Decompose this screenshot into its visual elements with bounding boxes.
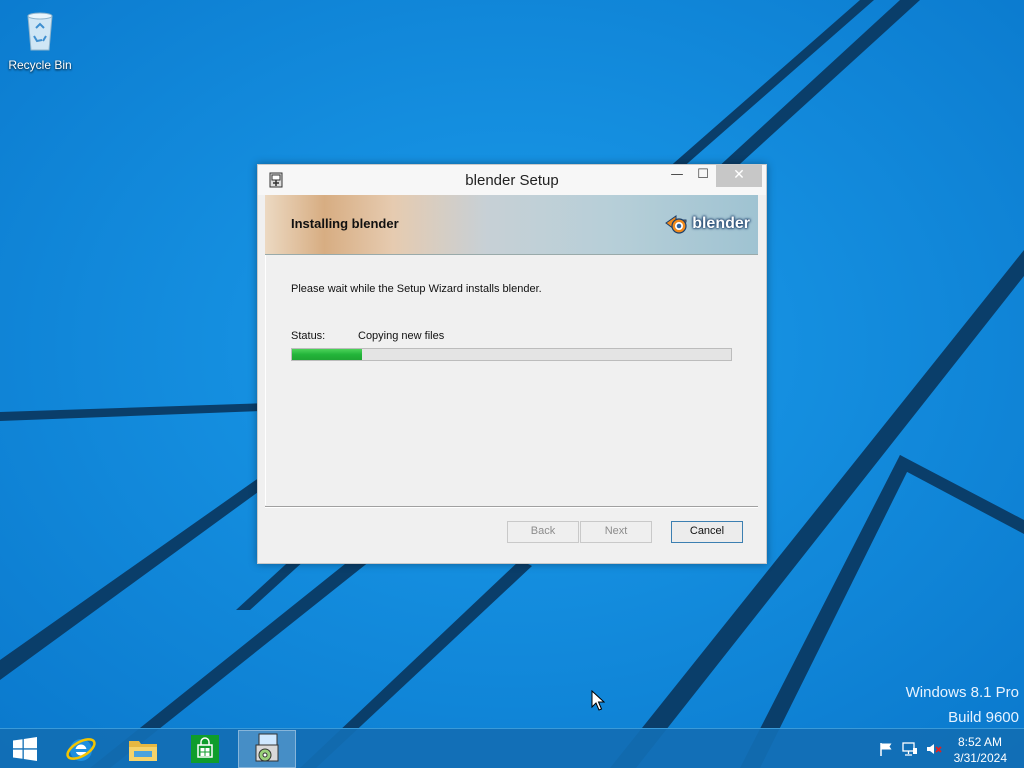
setup-window: blender Setup — ☐ ✕ Installing blender b… [257,164,767,564]
start-button[interactable] [0,730,50,768]
file-explorer-taskbar-button[interactable] [115,730,171,768]
volume-muted-icon[interactable] [926,741,942,757]
os-edition-watermark: Windows 8.1 Pro [905,684,1019,701]
progress-bar [291,348,732,361]
windows-logo-icon [13,737,37,761]
footer-divider [265,506,758,508]
minimize-button[interactable]: — [664,165,690,187]
blender-logo: blender [664,211,750,237]
network-icon[interactable] [902,741,918,757]
header-banner: Installing blender blender [265,195,758,255]
content-area: Please wait while the Setup Wizard insta… [265,255,759,505]
next-button[interactable]: Next [580,521,652,543]
mouse-cursor-icon [591,690,605,711]
close-button[interactable]: ✕ [716,165,762,187]
back-button[interactable]: Back [507,521,579,543]
internet-explorer-taskbar-button[interactable] [53,730,109,768]
clock-time[interactable]: 8:52 AM [958,735,1002,749]
recycle-bin-icon [27,12,53,51]
blender-logo-icon [665,215,687,234]
blender-setup-taskbar-button[interactable] [238,730,296,768]
maximize-button[interactable]: ☐ [690,165,716,187]
flag-icon[interactable] [878,741,894,757]
installer-icon [255,733,279,762]
os-build-watermark: Build 9600 [948,709,1019,726]
folder-icon [129,741,157,761]
store-taskbar-button[interactable] [177,730,233,768]
store-icon [191,735,219,763]
taskbar: 8:52 AM 3/31/2024 [0,728,1024,768]
title-bar[interactable]: blender Setup — ☐ ✕ [258,165,766,195]
clock-date[interactable]: 3/31/2024 [954,751,1007,765]
recycle-bin-label: Recycle Bin [8,58,72,72]
status-value: Copying new files [358,330,445,342]
blender-logo-text: blender [692,215,750,232]
desktop: Recycle Bin Windows 8.1 Pro Build 9600 b… [0,0,1024,768]
recycle-bin-shortcut[interactable]: Recycle Bin [4,6,76,72]
cancel-button[interactable]: Cancel [671,521,743,543]
wait-message: Please wait while the Setup Wizard insta… [291,283,542,295]
banner-title: Installing blender [291,216,399,231]
system-tray: 8:52 AM 3/31/2024 [864,729,1024,768]
progress-fill [292,349,362,360]
status-label: Status: [291,330,326,342]
internet-explorer-icon [66,738,96,761]
